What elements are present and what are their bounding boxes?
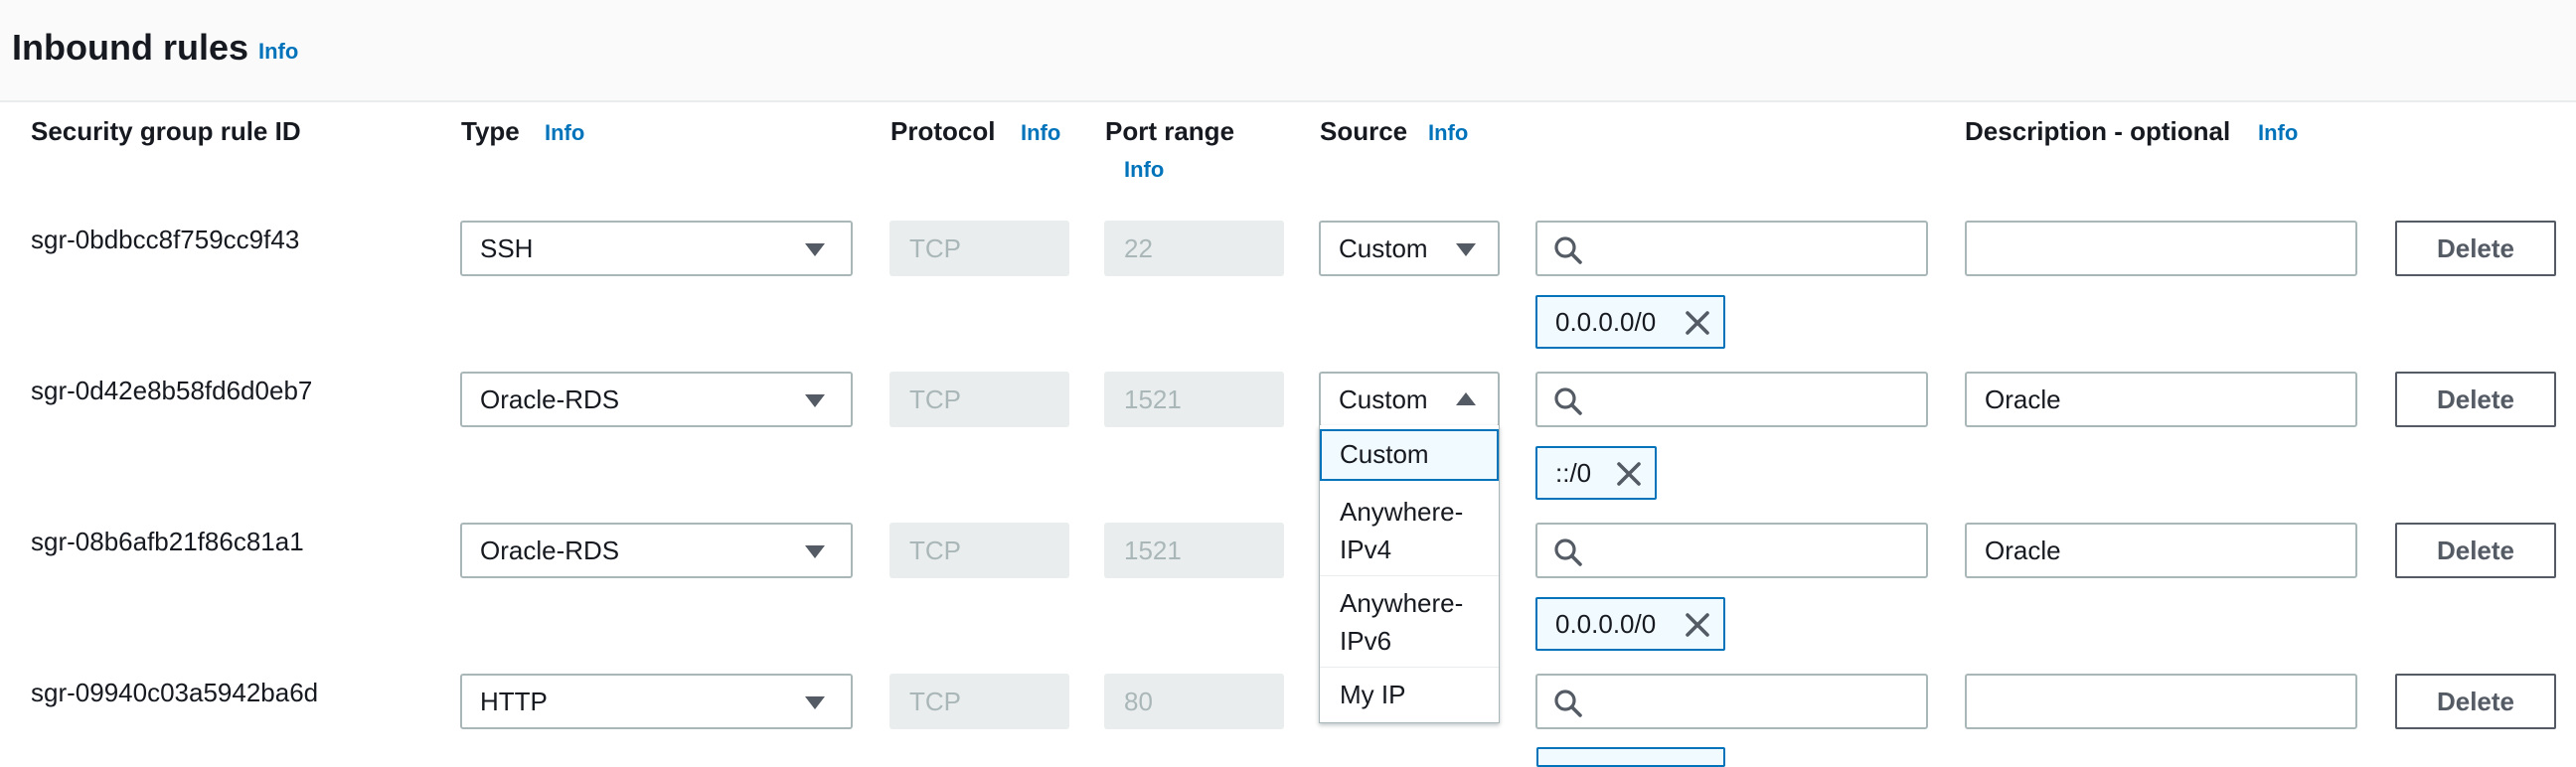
search-icon: [1554, 387, 1582, 415]
header-band: [0, 0, 2576, 102]
cidr-token: 0.0.0.0/0: [1535, 597, 1725, 651]
description-input[interactable]: [1965, 221, 2357, 276]
caret-down-icon: [1456, 243, 1476, 256]
column-header-port-range: Port range: [1105, 116, 1235, 146]
source-type-value: Custom: [1339, 233, 1428, 263]
dropdown-option-my-ip[interactable]: My IP: [1320, 668, 1499, 722]
delete-button[interactable]: Delete: [2395, 221, 2556, 276]
protocol-field: TCP: [889, 523, 1069, 578]
column-header-rule-id: Security group rule ID: [31, 116, 301, 146]
cidr-token-label: ::/0: [1555, 458, 1592, 488]
cidr-token-partial: [1536, 747, 1725, 767]
type-select-value: Oracle-RDS: [480, 536, 620, 565]
protocol-info-link[interactable]: Info: [1021, 119, 1060, 147]
rule-id: sgr-08b6afb21f86c81a1: [31, 527, 304, 556]
type-select[interactable]: HTTP: [460, 674, 853, 729]
source-type-dropdown-menu: Custom Anywhere- IPv4 Anywhere- IPv6 My …: [1319, 425, 1500, 723]
dropdown-option-label-2: IPv6: [1340, 626, 1392, 656]
cidr-token: ::/0: [1535, 446, 1657, 500]
page-title: Inbound rules: [12, 27, 248, 68]
rule-id: sgr-0d42e8b58fd6d0eb7: [31, 376, 313, 405]
type-select[interactable]: Oracle-RDS: [460, 372, 853, 427]
port-range-field: 1521: [1104, 523, 1284, 578]
caret-down-icon: [805, 394, 825, 407]
description-value: Oracle: [1985, 384, 2061, 414]
source-type-value: Custom: [1339, 384, 1428, 414]
source-search-input[interactable]: [1535, 221, 1928, 276]
type-info-link[interactable]: Info: [545, 119, 584, 147]
type-select-value: Oracle-RDS: [480, 384, 620, 414]
protocol-field: TCP: [889, 221, 1069, 276]
description-info-link[interactable]: Info: [2258, 119, 2298, 147]
source-info-link[interactable]: Info: [1428, 119, 1468, 147]
source-type-select[interactable]: Custom: [1319, 221, 1500, 276]
search-icon: [1554, 538, 1582, 566]
column-header-description: Description - optional: [1965, 116, 2231, 146]
port-range-info-link[interactable]: Info: [1124, 156, 1164, 184]
cidr-token-label: 0.0.0.0/0: [1555, 307, 1657, 337]
column-header-source: Source: [1320, 116, 1408, 146]
column-header-type: Type: [461, 116, 520, 146]
rule-id: sgr-09940c03a5942ba6d: [31, 678, 319, 707]
caret-down-icon: [805, 243, 825, 256]
search-icon: [1554, 236, 1582, 264]
header-info-link[interactable]: Info: [258, 38, 298, 66]
description-input[interactable]: Oracle: [1965, 523, 2357, 578]
description-input[interactable]: Oracle: [1965, 372, 2357, 427]
port-range-field: 80: [1104, 674, 1284, 729]
dropdown-option-label: Anywhere-: [1340, 497, 1464, 527]
delete-button[interactable]: Delete: [2395, 674, 2556, 729]
port-range-field: 22: [1104, 221, 1284, 276]
type-select[interactable]: Oracle-RDS: [460, 523, 853, 578]
description-input[interactable]: [1965, 674, 2357, 729]
cidr-token: 0.0.0.0/0: [1535, 295, 1725, 349]
dropdown-option-label: My IP: [1340, 680, 1406, 709]
dropdown-option-anywhere-ipv6[interactable]: Anywhere- IPv6: [1320, 576, 1499, 668]
protocol-field: TCP: [889, 372, 1069, 427]
type-select[interactable]: SSH: [460, 221, 853, 276]
protocol-field: TCP: [889, 674, 1069, 729]
source-search-input[interactable]: [1535, 523, 1928, 578]
source-type-select-open[interactable]: Custom: [1319, 372, 1500, 427]
type-select-value: HTTP: [480, 687, 548, 716]
port-range-field: 1521: [1104, 372, 1284, 427]
rule-id: sgr-0bdbcc8f759cc9f43: [31, 225, 300, 254]
dropdown-option-label-2: IPv4: [1340, 535, 1392, 564]
dropdown-option-custom[interactable]: Custom: [1320, 429, 1499, 481]
close-icon[interactable]: [1684, 611, 1711, 639]
close-icon[interactable]: [1684, 309, 1711, 337]
caret-up-icon: [1456, 392, 1476, 405]
dropdown-option-label: Custom: [1340, 439, 1429, 469]
delete-button[interactable]: Delete: [2395, 372, 2556, 427]
caret-down-icon: [805, 545, 825, 558]
close-icon[interactable]: [1615, 460, 1643, 488]
column-header-protocol: Protocol: [890, 116, 996, 146]
delete-button[interactable]: Delete: [2395, 523, 2556, 578]
source-search-input[interactable]: [1535, 372, 1928, 427]
source-search-input[interactable]: [1535, 674, 1928, 729]
type-select-value: SSH: [480, 233, 534, 263]
search-icon: [1554, 690, 1582, 717]
cidr-token-label: 0.0.0.0/0: [1555, 609, 1657, 639]
description-value: Oracle: [1985, 536, 2061, 565]
dropdown-option-anywhere-ipv4[interactable]: Anywhere- IPv4: [1320, 485, 1499, 576]
dropdown-option-label: Anywhere-: [1340, 588, 1464, 618]
caret-down-icon: [805, 696, 825, 709]
